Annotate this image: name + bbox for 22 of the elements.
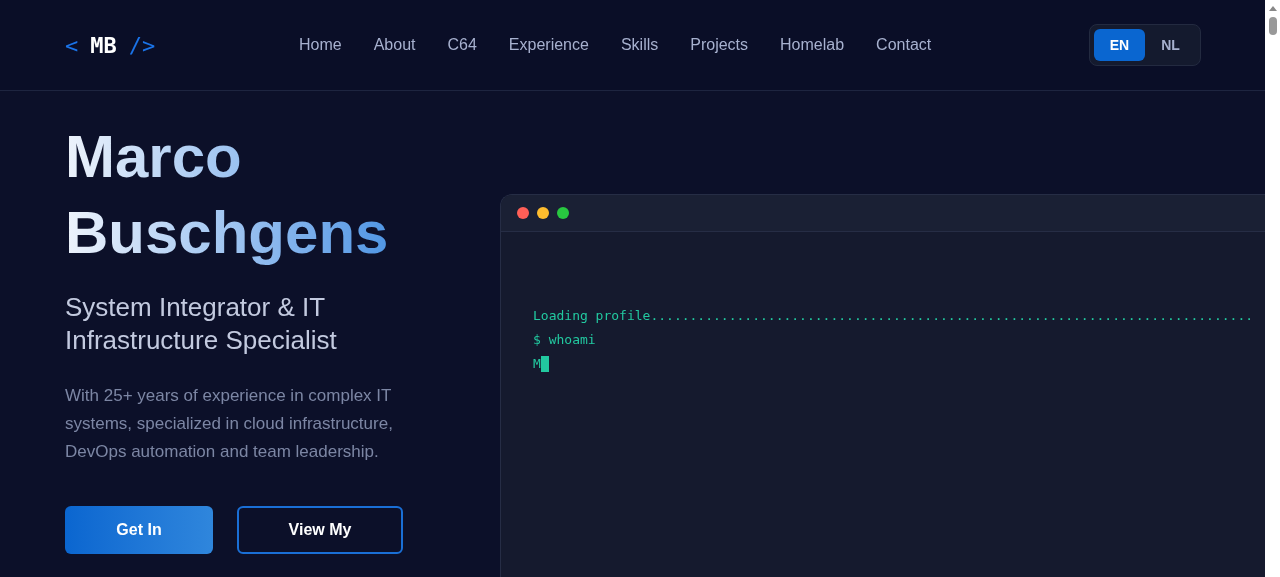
scrollbar[interactable] bbox=[1265, 0, 1280, 577]
hero-description: With 25+ years of experience in complex IT systems, specialized in cloud infrastructure, DevOps automation and team leadership. bbox=[65, 385, 394, 463]
nav-link[interactable]: C64 bbox=[447, 33, 477, 57]
nav-link[interactable]: Skills bbox=[620, 33, 659, 57]
nav-link[interactable]: Homelab bbox=[780, 33, 845, 57]
hero-button[interactable]: View My bbox=[237, 506, 403, 554]
logo[interactable]: < MB /> bbox=[65, 28, 285, 62]
nav-link[interactable]: Projects bbox=[690, 33, 749, 57]
terminal-line: $ whoami bbox=[533, 331, 596, 349]
nav-link[interactable]: Home bbox=[299, 33, 342, 57]
hero-button[interactable]: Get In bbox=[65, 506, 213, 554]
language-button[interactable]: EN bbox=[1094, 29, 1145, 61]
nav-link[interactable]: Experience bbox=[508, 33, 589, 57]
hero-title: System Integrator & IT Infrastructure Specialist bbox=[65, 291, 338, 357]
terminal-line: M bbox=[533, 355, 541, 373]
language-button[interactable]: NL bbox=[1145, 29, 1196, 61]
terminal-line: Loading profile............................................................................. bbox=[533, 307, 1254, 325]
cursor-icon bbox=[540, 356, 549, 372]
scroll-thumb[interactable] bbox=[1268, 17, 1277, 35]
nav-link[interactable]: About bbox=[373, 33, 416, 57]
nav-link[interactable]: Contact bbox=[876, 33, 932, 57]
scroll-up-icon[interactable] bbox=[1268, 6, 1277, 11]
